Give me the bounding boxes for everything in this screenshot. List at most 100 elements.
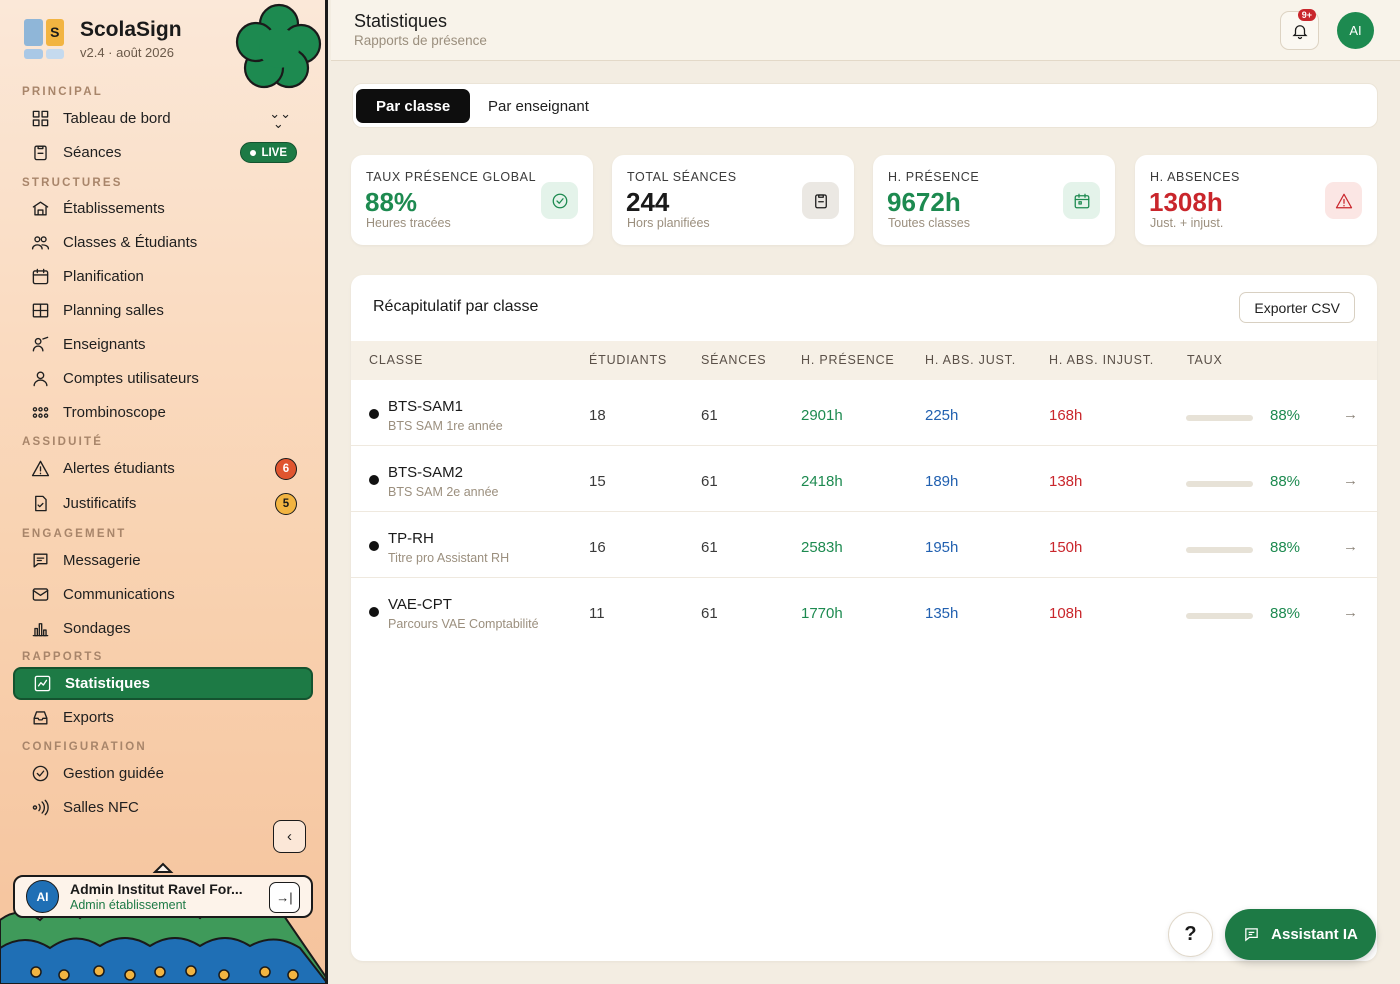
sidebar-item-label: Messagerie (63, 552, 141, 569)
table-header: CLASSE ÉTUDIANTS SÉANCES H. PRÉSENCE H. … (351, 341, 1377, 380)
column-header-etudiants[interactable]: ÉTUDIANTS (589, 353, 667, 367)
user-role: Admin établissement (70, 898, 187, 912)
sidebar-item-messagerie[interactable]: Messagerie (13, 544, 313, 577)
assistant-ia-label: Assistant IA (1271, 926, 1358, 943)
warning-icon (30, 459, 50, 479)
sidebar-item-comptes-utilisateurs[interactable]: Comptes utilisateurs (13, 362, 313, 395)
cell-seances: 61 (701, 407, 718, 424)
sidebar-item-label: Séances (63, 144, 122, 161)
nfc-icon (30, 798, 50, 818)
arrow-right-icon[interactable]: → (1343, 604, 1358, 621)
column-header-abs-injust[interactable]: H. ABS. INJUST. (1049, 353, 1154, 367)
cell-seances: 61 (701, 473, 718, 490)
section-principal: PRINCIPAL (22, 86, 103, 98)
sidebar-item-communications[interactable]: Communications (13, 578, 313, 611)
stat-subtitle: Heures tracées (366, 216, 451, 230)
brand-version: v2.4 · août 2026 (80, 45, 174, 60)
sidebar-item-trombinoscope[interactable]: Trombinoscope (13, 396, 313, 429)
stat-label: TAUX PRÉSENCE GLOBAL (366, 170, 537, 184)
calendar-icon (1063, 182, 1100, 219)
live-badge: LIVE (240, 142, 297, 163)
table-row[interactable]: BTS-SAM2 BTS SAM 2e année 15 61 2418h 18… (351, 446, 1377, 512)
rate-progress-bar (1186, 613, 1253, 619)
sidebar-item-exports[interactable]: Exports (13, 701, 313, 734)
help-button[interactable]: ? (1168, 912, 1213, 957)
bell-icon (1291, 24, 1308, 39)
sidebar-item-label: Exports (63, 709, 114, 726)
stat-card-heures-absences: H. ABSENCES 1308h Just. + injust. (1135, 155, 1377, 245)
row-bullet (369, 541, 379, 551)
sidebar-item-enseignants[interactable]: Enseignants (13, 328, 313, 361)
assistant-ia-button[interactable]: Assistant IA (1225, 909, 1376, 960)
cell-presence: 2583h (801, 539, 843, 556)
notifications-button[interactable]: 9+ (1280, 9, 1319, 50)
stat-label: TOTAL SÉANCES (627, 170, 737, 184)
sidebar-item-classes-etudiants[interactable]: Classes & Étudiants (13, 226, 313, 259)
teacher-icon (30, 335, 50, 355)
section-structures: STRUCTURES (22, 177, 123, 189)
mail-icon (30, 585, 50, 605)
column-header-abs-just[interactable]: H. ABS. JUST. (925, 353, 1016, 367)
column-header-classe[interactable]: CLASSE (369, 353, 423, 367)
sidebar-item-planning-salles[interactable]: Planning salles (13, 294, 313, 327)
sidebar-item-label: Planification (63, 268, 144, 285)
collapse-sidebar-button[interactable]: ‹ (273, 820, 306, 853)
cell-etudiants: 16 (589, 539, 606, 556)
arrow-right-icon[interactable]: → (1343, 406, 1358, 423)
sidebar-item-sondages[interactable]: Sondages (13, 612, 313, 645)
sidebar-item-label: Sondages (63, 620, 131, 637)
sidebar-item-salles-nfc[interactable]: Salles NFC (13, 791, 313, 824)
sidebar-item-alertes-etudiants[interactable]: Alertes étudiants 6 (13, 452, 313, 485)
sidebar-item-label: Justificatifs (63, 495, 137, 512)
section-assiduite: ASSIDUITÉ (22, 436, 104, 448)
clipboard-icon (802, 182, 839, 219)
arrow-right-icon[interactable]: → (1343, 538, 1358, 555)
cell-presence: 2418h (801, 473, 843, 490)
users-icon (30, 233, 50, 253)
chevron-down-icon[interactable]: ⌄⌄ ⌄ (269, 107, 291, 130)
tab-par-enseignant[interactable]: Par enseignant (468, 89, 609, 123)
rate-progress-bar (1186, 481, 1253, 487)
cell-seances: 61 (701, 539, 718, 556)
brand[interactable]: S ScolaSign v2.4 · août 2026 (24, 18, 182, 60)
arrow-right-icon[interactable]: → (1343, 472, 1358, 489)
sidebar-item-justificatifs[interactable]: Justificatifs 5 (13, 487, 313, 520)
sidebar-item-gestion-guidee[interactable]: Gestion guidée (13, 757, 313, 790)
stat-value: 244 (626, 187, 670, 217)
sidebar-item-tableau-de-bord[interactable]: Tableau de bord ⌄⌄ ⌄ (13, 102, 313, 135)
column-header-presence[interactable]: H. PRÉSENCE (801, 353, 895, 367)
sidebar-item-seances[interactable]: Séances LIVE (13, 136, 313, 169)
column-header-taux[interactable]: TAUX (1187, 353, 1223, 367)
warning-icon (1325, 182, 1362, 219)
sidebar-item-statistiques[interactable]: Statistiques (13, 667, 313, 700)
row-bullet (369, 607, 379, 617)
logout-button[interactable]: →| (269, 882, 300, 913)
stat-value: 9672h (887, 187, 961, 217)
cell-abs-injust: 138h (1049, 473, 1083, 490)
column-header-seances[interactable]: SÉANCES (701, 353, 766, 367)
table-row[interactable]: VAE-CPT Parcours VAE Comptabilité 11 61 … (351, 578, 1377, 644)
table-row[interactable]: TP-RH Titre pro Assistant RH 16 61 2583h… (351, 512, 1377, 578)
sidebar-item-label: Établissements (63, 200, 165, 217)
stat-subtitle: Toutes classes (888, 216, 970, 230)
sidebar-item-etablissements[interactable]: Établissements (13, 192, 313, 225)
sidebar-item-label: Salles NFC (63, 799, 139, 816)
tab-par-classe[interactable]: Par classe (356, 89, 471, 123)
export-csv-button[interactable]: Exporter CSV (1239, 292, 1355, 323)
alert-count-badge: 6 (275, 457, 297, 480)
sidebar-item-label: Gestion guidée (63, 765, 164, 782)
table-row[interactable]: BTS-SAM1 BTS SAM 1re année 18 61 2901h 2… (351, 380, 1377, 446)
sidebar-item-label: Classes & Étudiants (63, 234, 198, 251)
header-avatar[interactable]: AI (1337, 12, 1374, 49)
user-card[interactable]: AI Admin Institut Ravel For... Admin éta… (13, 875, 313, 918)
cell-abs-injust: 150h (1049, 539, 1083, 556)
line-chart-icon (32, 674, 52, 694)
justificatifs-count-badge: 5 (275, 492, 297, 515)
sidebar-item-label: Statistiques (65, 675, 151, 692)
class-description: Parcours VAE Comptabilité (388, 617, 539, 631)
sidebar-item-label: Tableau de bord (63, 110, 171, 127)
sidebar-item-planification[interactable]: Planification (13, 260, 313, 293)
class-description: BTS SAM 1re année (388, 419, 503, 433)
cell-presence: 2901h (801, 407, 843, 424)
page-subtitle: Rapports de présence (354, 33, 487, 48)
